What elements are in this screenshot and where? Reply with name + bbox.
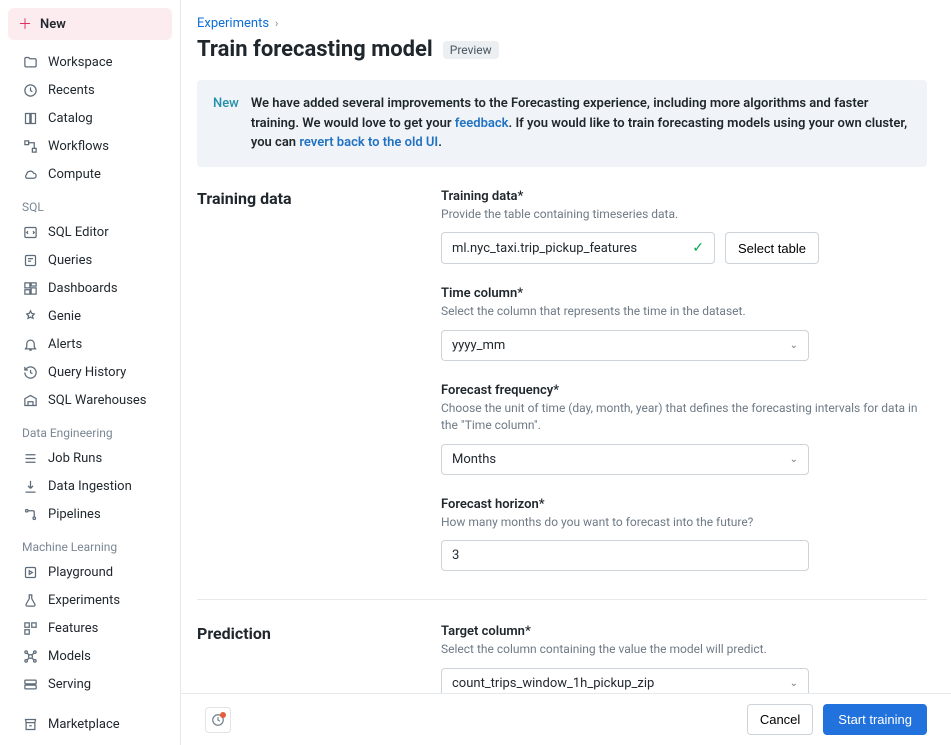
sidebar-item-sql-warehouses[interactable]: SQL Warehouses (0, 386, 180, 414)
sidebar: ＋ New Workspace Recents Catalog Workflow… (0, 0, 180, 745)
sidebar-item-serving[interactable]: Serving (0, 670, 180, 698)
training-data-input[interactable]: ml.nyc_taxi.trip_pickup_features ✓ (441, 232, 715, 264)
check-icon: ✓ (692, 240, 704, 256)
sidebar-item-genie[interactable]: Genie (0, 302, 180, 330)
section-title-prediction: Prediction (197, 624, 417, 693)
sidebar-item-queries[interactable]: Queries (0, 246, 180, 274)
dashboard-icon (22, 280, 38, 296)
section-header-de: Data Engineering (0, 414, 180, 444)
chevron-down-icon: ⌄ (790, 340, 798, 351)
cloud-icon (22, 166, 38, 182)
time-column-select[interactable]: yyyy_mm ⌄ (441, 330, 809, 361)
notification-dot (220, 712, 226, 718)
list-icon (22, 450, 38, 466)
bell-icon (22, 336, 38, 352)
history-icon (22, 364, 38, 380)
warehouse-icon (22, 392, 38, 408)
footer: Cancel Start training (181, 693, 951, 745)
sidebar-item-playground[interactable]: Playground (0, 558, 180, 586)
sidebar-item-data-ingestion[interactable]: Data Ingestion (0, 472, 180, 500)
sidebar-item-experiments[interactable]: Experiments (0, 586, 180, 614)
sidebar-item-pipelines[interactable]: Pipelines (0, 500, 180, 528)
field-training-data: Training data* Provide the table contain… (441, 189, 927, 265)
sidebar-item-models[interactable]: Models (0, 642, 180, 670)
revert-link[interactable]: revert back to the old UI (299, 135, 438, 150)
sidebar-item-workspace[interactable]: Workspace (0, 48, 180, 76)
sidebar-item-workflows[interactable]: Workflows (0, 132, 180, 160)
new-button[interactable]: ＋ New (8, 8, 172, 40)
field-frequency: Forecast frequency* Choose the unit of t… (441, 383, 927, 475)
ingestion-icon (22, 478, 38, 494)
breadcrumb: Experiments › (197, 16, 927, 31)
plus-icon: ＋ (18, 14, 32, 34)
section-header-ml: Machine Learning (0, 528, 180, 558)
queries-icon (22, 252, 38, 268)
new-label: New (40, 17, 66, 32)
sidebar-item-dashboards[interactable]: Dashboards (0, 274, 180, 302)
preview-badge: Preview (443, 41, 499, 59)
notice-tag: New (213, 94, 239, 153)
sidebar-item-marketplace[interactable]: Marketplace (0, 710, 180, 738)
book-icon (22, 110, 38, 126)
chevron-down-icon: ⌄ (790, 454, 798, 465)
sidebar-item-sql-editor[interactable]: SQL Editor (0, 218, 180, 246)
notice-banner: New We have added several improvements t… (197, 80, 927, 167)
sidebar-item-alerts[interactable]: Alerts (0, 330, 180, 358)
sidebar-item-compute[interactable]: Compute (0, 160, 180, 188)
field-target-column: Target column* Select the column contain… (441, 624, 927, 693)
cancel-button[interactable]: Cancel (747, 704, 813, 735)
models-icon (22, 648, 38, 664)
sidebar-item-catalog[interactable]: Catalog (0, 104, 180, 132)
section-header-sql: SQL (0, 188, 180, 218)
section-prediction: Prediction Target column* Select the col… (197, 624, 927, 693)
folder-icon (22, 54, 38, 70)
serving-icon (22, 676, 38, 692)
horizon-input[interactable]: 3 (441, 540, 809, 571)
clock-icon (22, 82, 38, 98)
notice-body: We have added several improvements to th… (251, 94, 911, 153)
field-time-column: Time column* Select the column that repr… (441, 286, 927, 361)
flask-icon (22, 592, 38, 608)
breadcrumb-root[interactable]: Experiments (197, 16, 269, 31)
store-icon (22, 716, 38, 732)
target-column-select[interactable]: count_trips_window_1h_pickup_zip ⌄ (441, 668, 809, 693)
sidebar-item-query-history[interactable]: Query History (0, 358, 180, 386)
sidebar-item-recents[interactable]: Recents (0, 76, 180, 104)
pipeline-icon (22, 506, 38, 522)
workflow-icon (22, 138, 38, 154)
frequency-select[interactable]: Months ⌄ (441, 444, 809, 475)
sidebar-item-job-runs[interactable]: Job Runs (0, 444, 180, 472)
start-training-button[interactable]: Start training (823, 704, 927, 735)
content-scroll[interactable]: Experiments › Train forecasting model Pr… (181, 0, 951, 693)
code-icon (22, 224, 38, 240)
chevron-down-icon: ⌄ (790, 678, 798, 689)
main: Experiments › Train forecasting model Pr… (180, 0, 951, 745)
features-icon (22, 620, 38, 636)
select-table-button[interactable]: Select table (725, 232, 819, 264)
feedback-link[interactable]: feedback (455, 116, 509, 131)
sidebar-item-features[interactable]: Features (0, 614, 180, 642)
page-title: Train forecasting model (197, 37, 433, 62)
genie-icon (22, 308, 38, 324)
activity-icon-button[interactable] (205, 707, 231, 733)
section-training: Training data Training data* Provide the… (197, 189, 927, 601)
field-horizon: Forecast horizon* How many months do you… (441, 497, 927, 572)
section-title-training: Training data (197, 189, 417, 572)
chevron-right-icon: › (275, 17, 278, 30)
playground-icon (22, 564, 38, 580)
